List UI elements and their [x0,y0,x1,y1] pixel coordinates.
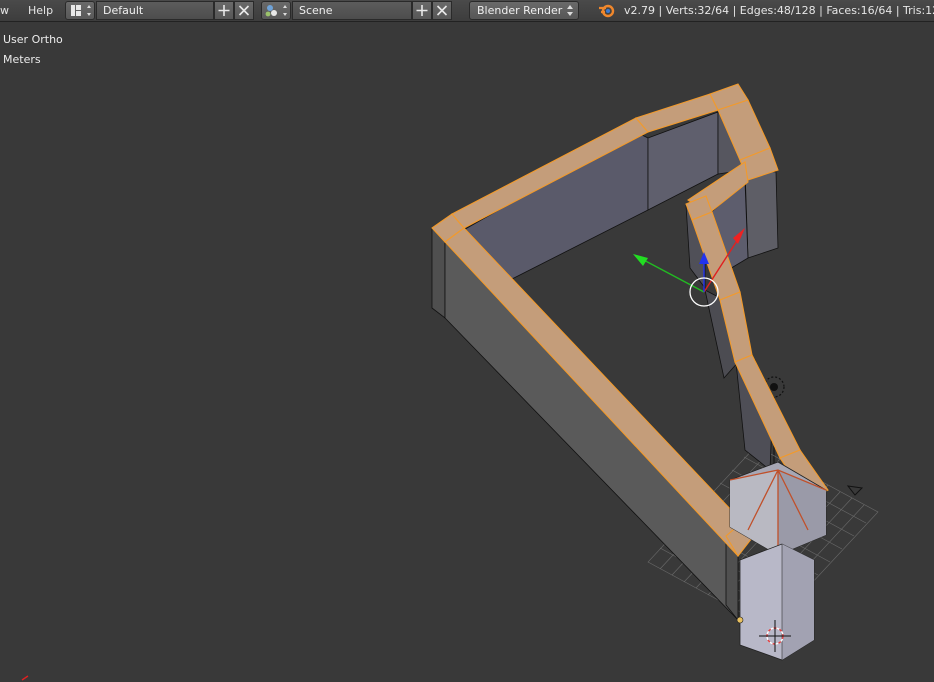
scene-statistics: v2.79 | Verts:32/64 | Edges:48/128 | Fac… [624,4,934,17]
screen-layout-selector: Default [65,1,255,20]
render-engine-label: Blender Render [477,4,563,17]
base-box-object[interactable] [739,543,815,661]
plus-icon [218,5,230,16]
render-engine-selector[interactable]: Blender Render [469,1,579,20]
plus-icon [416,5,428,16]
layout-icon [71,5,91,16]
delete-scene-button[interactable] [432,1,452,20]
layout-name-field[interactable]: Default [96,1,214,20]
scene-selector: Scene [261,1,453,20]
layout-browse-button[interactable] [65,1,95,20]
info-header: w Help Default Scene Blender Render v2.7… [0,0,934,22]
3d-viewport[interactable] [0,22,934,682]
scene-icon [265,5,287,17]
origin-point [736,616,744,624]
close-icon [238,5,250,16]
scene-name-field[interactable]: Scene [292,1,412,20]
add-scene-button[interactable] [412,1,432,20]
view-menu[interactable]: w [0,4,9,17]
y-axis-handle-icon[interactable] [633,254,648,266]
scene-browse-button[interactable] [261,1,291,20]
blender-logo-icon [599,4,615,18]
delete-layout-button[interactable] [234,1,254,20]
camera-object[interactable] [846,485,864,496]
axis-widget-icon [21,675,29,681]
close-icon [436,5,448,16]
help-menu[interactable]: Help [28,4,53,17]
add-layout-button[interactable] [214,1,234,20]
updown-arrows-icon [567,5,573,16]
